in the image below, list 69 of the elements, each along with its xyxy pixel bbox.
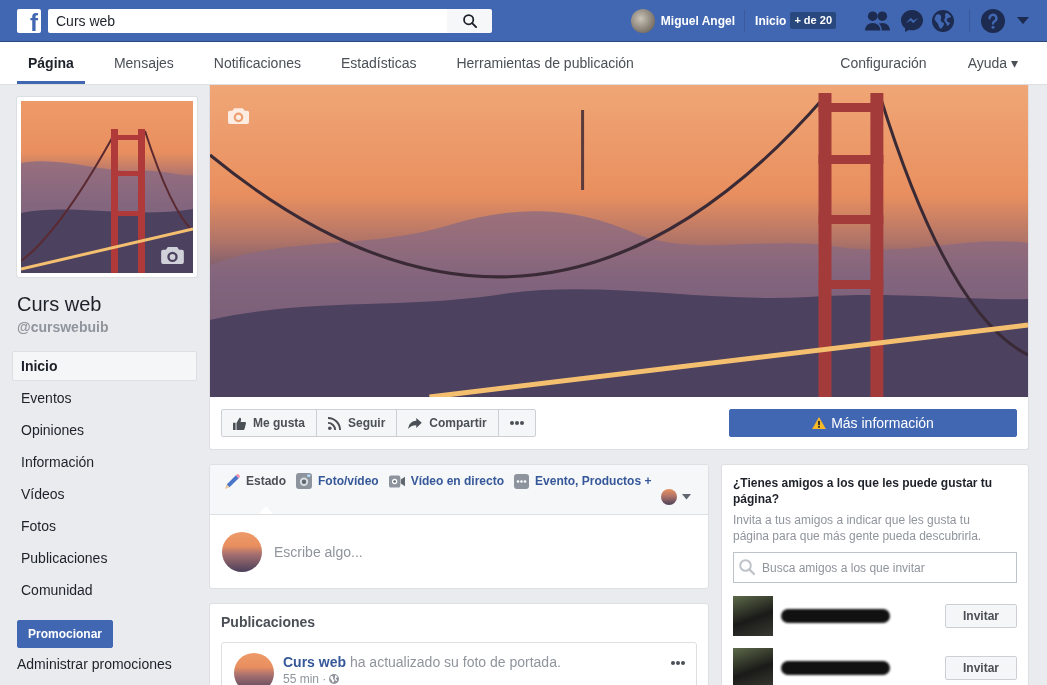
sidebar-menu-item[interactable]: Publicaciones <box>12 543 197 573</box>
page-avatar <box>222 531 262 572</box>
manage-promotions-link[interactable]: Administrar promociones <box>17 656 172 672</box>
page-tab[interactable]: Notificaciones <box>202 42 312 84</box>
video-camera-icon <box>388 474 405 488</box>
invite-title: ¿Tienes amigos a los que les puede gustar tu página? <box>733 475 994 507</box>
home-link[interactable]: Inicio <box>755 12 787 29</box>
page-tab[interactable]: Herramientas de publicación <box>445 42 645 84</box>
page-action-button[interactable]: Seguir <box>316 409 398 437</box>
dots-icon <box>514 473 530 489</box>
more-info-button[interactable]: Más información <box>729 409 1017 437</box>
more-button[interactable] <box>497 409 536 437</box>
search-button[interactable] <box>447 8 492 33</box>
composer-tab[interactable]: Vídeo en directo <box>388 473 505 489</box>
post-headline: Curs web ha actualizado su foto de portada. <box>283 653 561 671</box>
promote-button[interactable]: Promocionar <box>17 620 113 648</box>
chat-bubble-icon[interactable] <box>901 9 923 32</box>
nav-link[interactable]: Configuración <box>829 42 938 84</box>
friends-icon[interactable] <box>865 10 890 31</box>
page-name: Curs web <box>17 292 103 316</box>
post-time: 55 min · <box>283 672 327 685</box>
warning-icon <box>812 417 827 429</box>
page-tab[interactable]: Mensajes <box>102 42 185 84</box>
user-avatar[interactable] <box>630 8 655 33</box>
sidebar-menu-item[interactable]: Fotos <box>12 511 197 541</box>
page-tab[interactable]: Página <box>17 42 85 84</box>
invite-button[interactable]: Invitar <box>945 656 1017 680</box>
sidebar-menu-item[interactable]: Comunidad <box>12 575 197 605</box>
page-avatar <box>661 489 678 505</box>
author-link[interactable]: Curs web <box>283 654 346 670</box>
composer-tab[interactable]: Foto/vídeo <box>296 473 379 489</box>
page-action-button[interactable]: Me gusta <box>221 409 317 437</box>
ellipsis-icon <box>509 421 524 425</box>
section-title: Publicaciones <box>221 613 317 631</box>
sidebar-menu-item[interactable]: Vídeos <box>12 479 197 509</box>
thumbs-up-icon <box>233 416 246 430</box>
pencil-icon <box>225 473 240 489</box>
more-icon[interactable] <box>671 661 685 665</box>
sidebar-menu-item[interactable]: Eventos <box>12 383 197 413</box>
photo-placeholder <box>733 648 773 685</box>
search-icon <box>739 559 755 575</box>
sidebar-menu-item[interactable]: Inicio <box>12 351 197 381</box>
globe-icon[interactable] <box>932 9 954 32</box>
caret-icon <box>1017 16 1029 25</box>
page-tab[interactable]: Estadísticas <box>330 42 428 84</box>
sidebar-menu-item[interactable]: Información <box>12 447 197 477</box>
friend-search-field[interactable]: Busca amigos a los que invitar <box>733 552 1017 583</box>
page-avatar <box>234 653 274 685</box>
user-name-link[interactable]: Miguel Angel <box>660 12 736 29</box>
invite-description: Invita a tus amigos a indicar que les gusta tu página para que más gente pueda descubrirla. <box>733 512 983 544</box>
notification-badge: + de 20 <box>790 12 836 29</box>
post-as-selector[interactable] <box>661 489 692 505</box>
logo[interactable]: f <box>17 8 41 33</box>
share-arrow-icon <box>408 417 423 429</box>
help-icon[interactable] <box>981 8 1005 33</box>
rss-icon <box>328 416 341 430</box>
search-field[interactable]: Curs web <box>48 8 447 33</box>
camera-icon[interactable] <box>161 247 184 264</box>
invite-button[interactable]: Invitar <box>945 604 1017 628</box>
search-icon <box>462 13 477 28</box>
caret-icon <box>682 494 692 500</box>
camera-icon <box>296 473 312 489</box>
page-action-button[interactable]: Compartir <box>396 409 499 437</box>
sidebar-menu-item[interactable]: Opiniones <box>12 415 197 445</box>
page-handle: @curswebuib <box>17 318 110 336</box>
photo-placeholder <box>733 596 773 636</box>
composer-tab[interactable]: Evento, Productos + <box>514 473 652 489</box>
nav-link[interactable]: Ayuda ▾ <box>956 42 1029 84</box>
composer-tab[interactable]: Estado <box>225 473 286 489</box>
